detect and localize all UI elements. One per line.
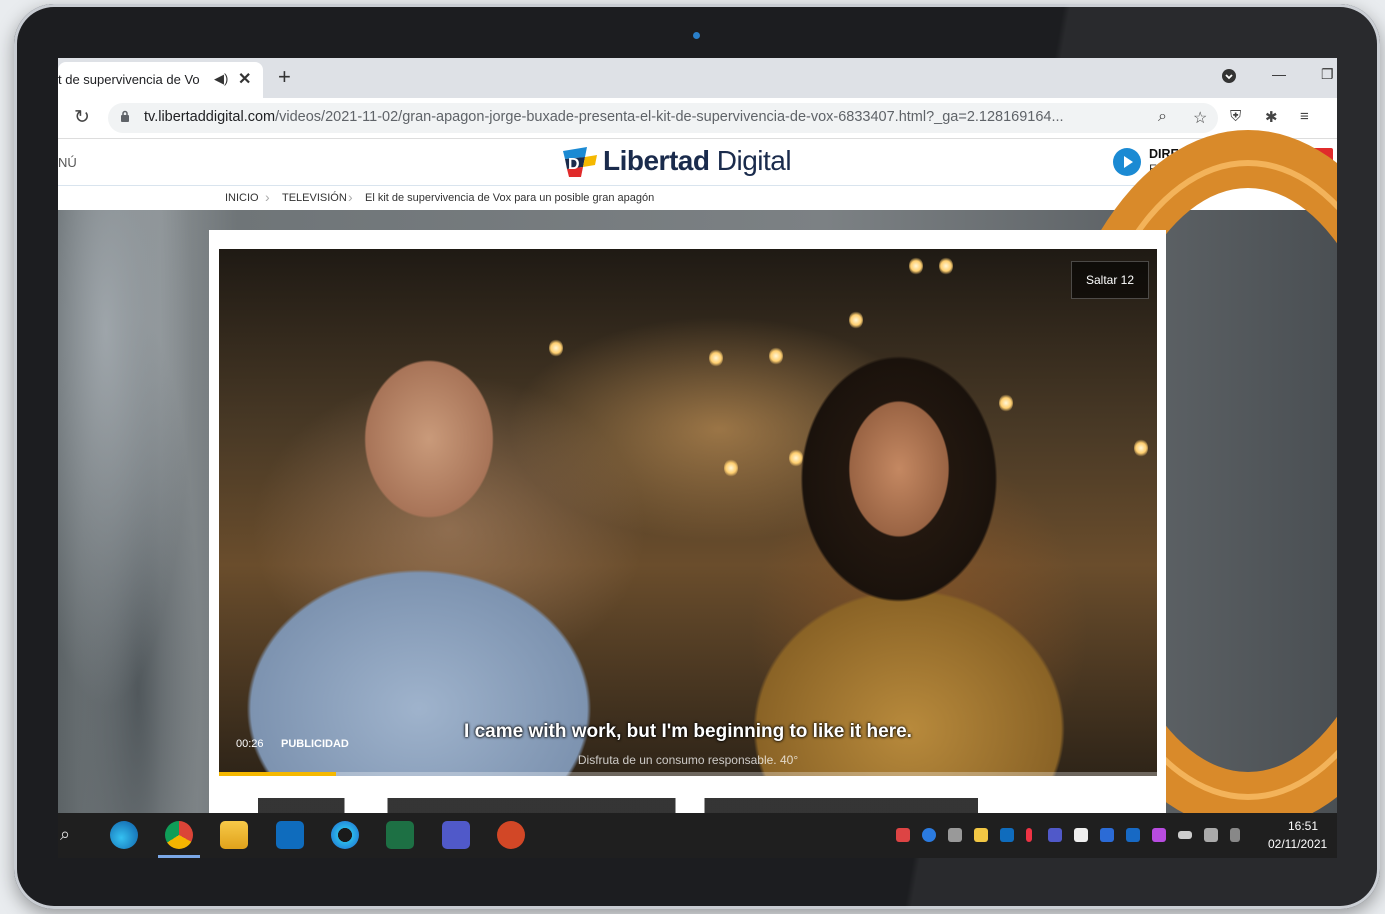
man-figure	[239, 289, 659, 776]
play-icon[interactable]	[1113, 148, 1141, 176]
restore-icon[interactable]: ❐	[1321, 66, 1334, 83]
tray-app-icon[interactable]	[896, 828, 910, 842]
onedrive-icon[interactable]	[948, 828, 962, 842]
search-icon[interactable]: ⌕	[60, 824, 70, 845]
light-bulb	[1134, 439, 1148, 457]
storm-clouds-image	[58, 210, 218, 813]
tray-purple-app-icon[interactable]	[1152, 828, 1166, 842]
teams-icon[interactable]	[442, 821, 470, 849]
webcam	[693, 32, 700, 39]
chevron-right-icon: ›	[348, 189, 353, 205]
browser-tab-bar: t de supervivencia de Vo ◀) ✕ + — ❐	[58, 58, 1337, 98]
ad-time: 00:26	[236, 738, 264, 750]
volume-icon[interactable]	[1230, 828, 1240, 842]
windows-taskbar: ⌕ 16:51 02/11/2021	[58, 813, 1337, 858]
menu-button[interactable]: NÚ	[58, 155, 77, 170]
file-explorer-icon[interactable]	[220, 821, 248, 849]
video-progress-bar[interactable]	[219, 772, 1157, 776]
tray-outlook-icon[interactable]	[1000, 828, 1014, 842]
tray-word-icon[interactable]	[1100, 828, 1114, 842]
ad-label: PUBLICIDAD	[281, 738, 349, 750]
light-bulb	[909, 257, 923, 275]
video-subtitle: I came with work, but I'm beginning to l…	[464, 721, 912, 742]
video-frame	[219, 249, 1157, 776]
url-path: /videos/2021-11-02/gran-apagon-jorge-bux…	[275, 109, 1064, 125]
address-bar[interactable]: tv.libertaddigital.com/videos/2021-11-02…	[108, 103, 1218, 133]
network-icon[interactable]	[1204, 828, 1218, 842]
powerpoint-icon[interactable]	[497, 821, 525, 849]
skip-ad-button[interactable]: Saltar 12	[1071, 261, 1149, 299]
chrome-icon[interactable]	[165, 821, 193, 849]
tray-webex-icon[interactable]	[922, 828, 936, 842]
address-row: ↻ tv.libertaddigital.com/videos/2021-11-…	[58, 98, 1337, 139]
close-tab-icon[interactable]: ✕	[238, 69, 251, 89]
logo-bold: Libertad	[603, 145, 710, 176]
excel-icon[interactable]	[386, 821, 414, 849]
light-bulb	[849, 311, 863, 329]
breadcrumb-item-current: El kit de supervivencia de Vox para un p…	[365, 192, 655, 204]
ld-logo-icon: D	[563, 147, 597, 177]
new-tab-button[interactable]: +	[278, 64, 291, 90]
webex-icon[interactable]	[331, 821, 359, 849]
tab-title: t de supervivencia de Vo	[58, 72, 200, 87]
edge-icon[interactable]	[110, 821, 138, 849]
minimize-icon[interactable]: —	[1272, 66, 1286, 82]
media-queue-icon[interactable]: ≡	[1300, 108, 1309, 125]
puzzle-extensions-icon[interactable]: ✱	[1265, 108, 1278, 126]
article-headline-peek	[258, 798, 978, 813]
security-icon[interactable]	[1074, 828, 1088, 842]
speaker-icon[interactable]: ◀)	[214, 71, 228, 87]
shield-extension-icon[interactable]: ⛨	[1230, 108, 1241, 125]
breadcrumb-item-inicio[interactable]: INICIO	[225, 192, 259, 204]
clock-date[interactable]: 02/11/2021	[1268, 837, 1327, 851]
browser-tab[interactable]: t de supervivencia de Vo ◀) ✕	[58, 62, 263, 98]
screen: t de supervivencia de Vo ◀) ✕ + — ❐ ↻ tv…	[58, 58, 1337, 858]
tab-search-icon[interactable]	[1221, 68, 1237, 87]
active-app-indicator	[158, 855, 200, 858]
lock-icon	[121, 110, 129, 122]
skype-icon[interactable]	[1126, 828, 1140, 842]
woman-figure	[719, 329, 1099, 776]
breadcrumb-item-television[interactable]: TELEVISIÓN	[282, 192, 347, 204]
outlook-icon[interactable]	[276, 821, 304, 849]
chevron-right-icon: ›	[265, 189, 270, 205]
clock-time[interactable]: 16:51	[1288, 819, 1318, 833]
ad-disclaimer: Disfruta de un consumo responsable. 40°	[577, 753, 799, 767]
star-icon[interactable]: ☆	[1193, 108, 1207, 128]
reload-icon[interactable]: ↻	[74, 106, 90, 129]
tray-status-icon[interactable]	[1026, 828, 1032, 842]
light-bulb	[939, 257, 953, 275]
url-text: tv.libertaddigital.com/videos/2021-11-02…	[144, 109, 1144, 125]
logo-light: Digital	[716, 145, 792, 176]
video-player[interactable]: Saltar 12 I came with work, but I'm begi…	[219, 249, 1157, 776]
mail-icon[interactable]	[974, 828, 988, 842]
svg-text:D: D	[568, 156, 580, 173]
url-host: tv.libertaddigital.com	[144, 109, 276, 125]
zoom-icon[interactable]: ⌕	[1158, 108, 1167, 126]
tray-teams-icon[interactable]	[1048, 828, 1062, 842]
logo-text: Libertad Digital	[603, 145, 792, 177]
video-progress-fill	[219, 772, 337, 776]
battery-icon[interactable]	[1178, 831, 1192, 839]
